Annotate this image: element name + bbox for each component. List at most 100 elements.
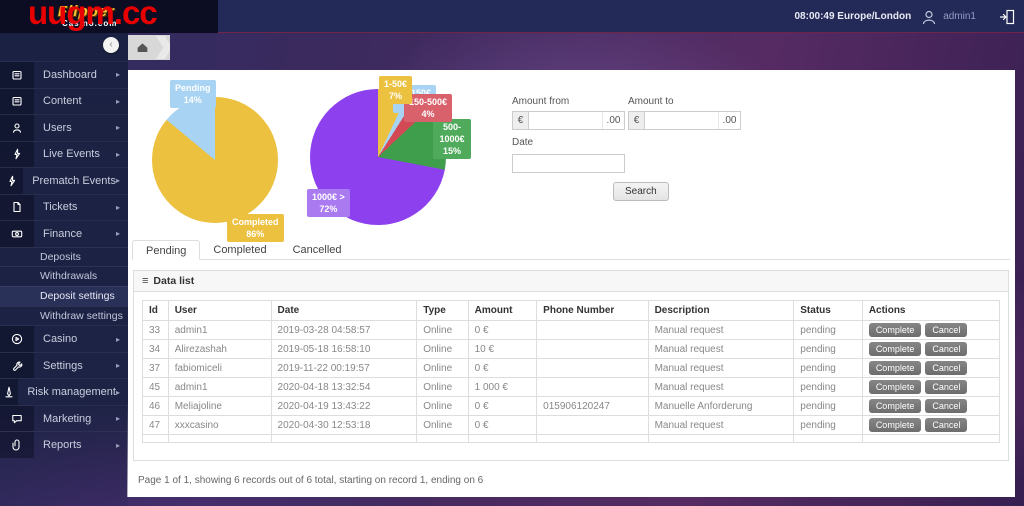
logout-button[interactable] [999,8,1016,26]
sidebar-item-live-events[interactable]: Live Events ▸ [0,140,128,167]
cancel-button[interactable]: Cancel [925,361,968,375]
data-list-title: Data list [153,275,195,287]
cancel-button[interactable]: Cancel [925,418,968,432]
search-button[interactable]: Search [613,182,669,201]
sidebar-item-casino[interactable]: Casino ▸ [0,325,128,352]
cell-status: pending [793,339,863,359]
sidebar-item-marketing[interactable]: Marketing ▸ [0,404,128,432]
user-menu[interactable]: admin1 [920,8,976,26]
chevron-right-icon [156,36,170,59]
column-header: Amount [467,300,538,321]
tab-cancelled[interactable]: Cancelled [280,240,355,260]
decimal-suffix: .00 [718,112,740,129]
cell-amount: 0 € [467,358,538,378]
content-panel: Completed86% Pending14% 1-50€7% 50-150€2… [127,70,1015,497]
cell-actions: Complete Cancel [861,339,1001,359]
cell-date: 2019-11-22 00:19:57 [270,358,418,378]
complete-button[interactable]: Complete [868,323,922,337]
table-header-row: Id User Date Type Amount Phone Number Descript… [142,300,1001,321]
table-row: 34 Alirezashah 2019-05-18 16:58:10 Online 10… [142,339,1001,359]
table-row: 45 admin1 2020-04-18 13:32:54 Online 1 000 €… [142,377,1001,397]
sidebar-item-dashboard[interactable]: Dashboard ▸ [0,61,128,88]
top-bar: Flipper Casino.com uugm.cc 08:00:49 Euro… [0,0,1024,33]
cell-type: Online [416,320,469,340]
sidebar-item-content[interactable]: Content ▸ [0,87,128,114]
cell-user: fabiomiceli [167,358,272,378]
cell-description: Manual request [647,339,795,359]
decimal-suffix: .00 [602,112,624,129]
cell-status: pending [793,358,863,378]
cell-phone [536,415,649,435]
column-header: Type [416,300,469,321]
cell-id: 33 [142,320,169,340]
cell-id: 45 [142,377,169,397]
cell-id: 46 [142,396,169,416]
sidebar: Dashboard ▸ Content ▸ Users ▸ Live Event… [0,33,128,506]
cell-user: xxxcasino [167,415,272,435]
tab-pending[interactable]: Pending [132,240,201,260]
cell-actions: Complete Cancel [861,320,1001,340]
sidebar-item-finance[interactable]: Finance ▸ [0,220,128,247]
column-header: Status [793,300,863,321]
clock-text: 08:00:49 Europe/London [794,11,912,22]
cell-id: 37 [142,358,169,378]
date-label: Date [512,137,534,148]
chevron-right-icon: ▸ [115,387,120,397]
date-input[interactable] [512,154,625,173]
complete-button[interactable]: Complete [868,342,922,356]
tab-completed[interactable]: Completed [200,240,279,260]
cell-type: Online [416,396,469,416]
list-icon: ≡ [142,275,149,287]
column-header: Description [647,300,795,321]
sidebar-subitem-deposits[interactable]: Deposits [0,246,128,267]
sidebar-item-users[interactable]: Users ▸ [0,114,128,141]
sidebar-item-tickets[interactable]: Tickets ▸ [0,193,128,220]
cell-actions: Complete Cancel [861,377,1001,397]
chat-icon [0,405,34,432]
chevron-right-icon: ▸ [115,70,120,80]
cell-status: pending [793,415,863,435]
cell-user: admin1 [167,377,272,397]
sidebar-subitem-withdrawals[interactable]: Withdrawals [0,266,128,286]
sidebar-item-settings[interactable]: Settings ▸ [0,351,128,379]
complete-button[interactable]: Complete [868,418,922,432]
cell-phone [536,320,649,340]
cell-amount: 10 € [467,339,538,359]
cancel-button[interactable]: Cancel [925,399,968,413]
empty-footer-row [142,434,1001,443]
file-icon [0,194,34,220]
cell-description: Manual request [647,320,795,340]
cancel-button[interactable]: Cancel [925,342,968,356]
sidebar-collapse-button[interactable]: ‹ [103,37,119,53]
chevron-right-icon: ▸ [115,334,120,344]
complete-button[interactable]: Complete [868,380,922,394]
sidebar-subitem-deposit-settings[interactable]: Deposit settings [0,285,128,306]
user-avatar-icon [920,8,938,26]
chevron-right-icon: ▸ [115,361,120,370]
amount-from-input[interactable] [529,112,602,129]
cell-date: 2019-03-28 04:58:57 [270,320,418,340]
cell-id: 34 [142,339,169,359]
cancel-button[interactable]: Cancel [925,380,968,394]
complete-button[interactable]: Complete [868,361,922,375]
breadcrumb-home[interactable] [128,35,170,60]
sidebar-item-risk-management[interactable]: Risk management ▸ [0,378,128,405]
amount-from-label: Amount from [512,96,570,107]
cell-date: 2019-05-18 16:58:10 [270,339,418,359]
cancel-button[interactable]: Cancel [925,323,968,337]
currency-prefix: € [629,112,645,129]
sidebar-item-reports[interactable]: Reports ▸ [0,431,128,458]
play-icon [0,326,34,352]
cell-phone [536,339,649,359]
complete-button[interactable]: Complete [868,399,922,413]
cell-amount: 0 € [467,320,538,340]
cell-status: pending [793,396,863,416]
cell-amount: 1 000 € [467,377,538,397]
amount-to-input[interactable] [645,112,718,129]
chevron-right-icon: ▸ [115,202,120,212]
sidebar-item-prematch-events[interactable]: Prematch Events ▸ [0,167,128,194]
pen-icon [0,379,19,405]
sidebar-subitem-withdraw-settings[interactable]: Withdraw settings [0,305,128,326]
cell-status: pending [793,320,863,340]
cell-phone: 015906120247 [536,396,649,416]
